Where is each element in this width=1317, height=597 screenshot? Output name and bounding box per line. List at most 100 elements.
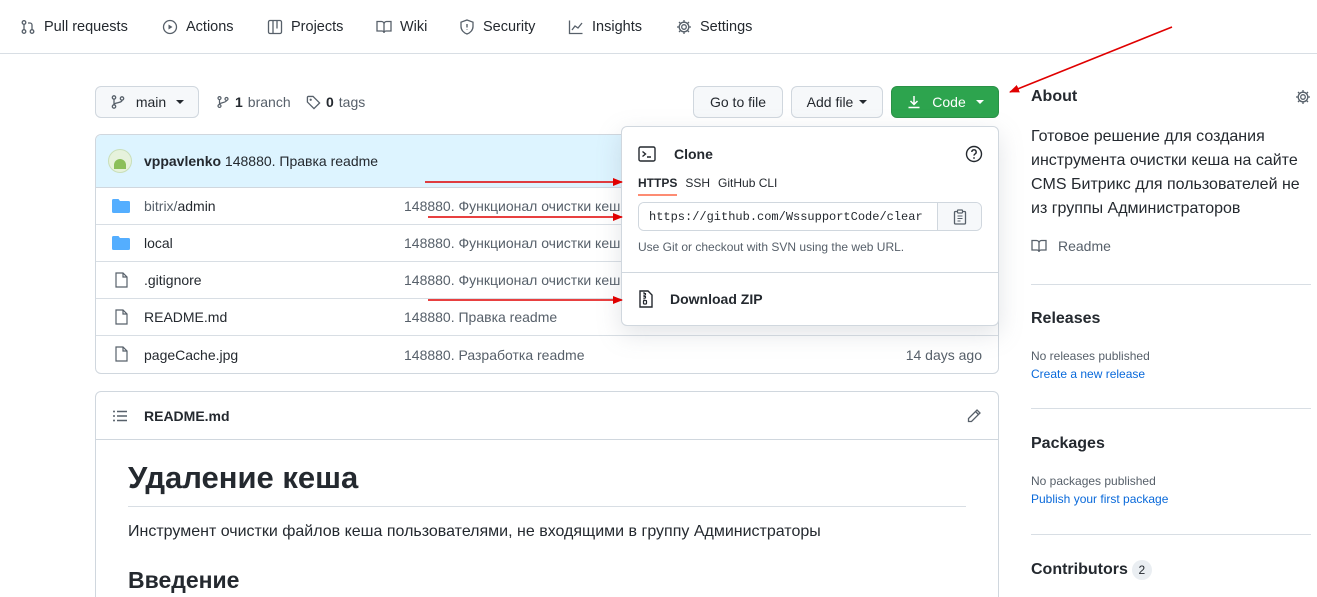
file-icon <box>115 346 128 362</box>
nav-label: Insights <box>592 19 642 35</box>
file-name[interactable]: .gitignore <box>144 272 202 288</box>
folder-icon <box>112 199 130 213</box>
divider <box>1031 408 1311 409</box>
contributors-title-text: Contributors <box>1031 561 1128 578</box>
divider <box>1031 284 1311 285</box>
chevron-down-icon <box>975 100 984 104</box>
tag-icon <box>306 95 321 110</box>
clone-tabs: HTTPS SSH GitHub CLI <box>638 176 777 196</box>
project-table-icon <box>267 19 283 35</box>
file-commit-message[interactable]: 148880. Разработка readme <box>404 347 584 363</box>
code-button[interactable]: Code <box>891 86 999 118</box>
tab-https[interactable]: HTTPS <box>638 176 678 196</box>
code-label: Code <box>932 94 966 110</box>
play-circle-icon <box>162 19 178 35</box>
commit-message[interactable]: 148880. Правка readme <box>225 153 378 169</box>
gear-icon[interactable] <box>1295 89 1311 105</box>
nav-actions[interactable]: Actions <box>162 0 234 54</box>
download-zip-button[interactable]: Download ZIP <box>638 290 763 308</box>
readme-panel: README.md Удаление кеша Инструмент очист… <box>95 391 999 597</box>
divider <box>1031 534 1311 535</box>
readme-filename[interactable]: README.md <box>144 408 230 424</box>
nav-security[interactable]: Security <box>459 0 535 54</box>
create-release-link[interactable]: Create a new release <box>1031 367 1145 381</box>
file-zip-icon <box>639 290 653 308</box>
file-commit-message[interactable]: 148880. Функционал очистки кеша <box>404 235 628 251</box>
graph-icon <box>568 20 583 35</box>
branch-word: branch <box>247 94 291 110</box>
clipboard-icon <box>953 208 966 225</box>
file-commit-message[interactable]: 148880. Правка readme <box>404 309 557 325</box>
file-name-text: local <box>144 235 173 251</box>
file-name[interactable]: pageCache.jpg <box>144 347 238 363</box>
table-row[interactable]: pageCache.jpg 148880. Разработка readme … <box>96 336 998 373</box>
file-icon <box>115 309 128 325</box>
repo-nav: Pull requests Actions Projects Wiki Secu… <box>0 0 1317 54</box>
nav-label: Projects <box>291 19 344 35</box>
question-icon[interactable] <box>965 145 983 163</box>
book-icon <box>376 20 392 34</box>
avatar[interactable] <box>108 149 132 173</box>
readme-link-label: Readme <box>1058 238 1111 254</box>
packages-empty: No packages published <box>1031 474 1156 488</box>
tags-link[interactable]: 0 tags <box>306 86 365 118</box>
add-file-label: Add file <box>806 94 854 110</box>
file-name[interactable]: local <box>144 235 173 251</box>
nav-projects[interactable]: Projects <box>267 0 343 54</box>
packages-title[interactable]: Packages <box>1031 435 1105 453</box>
tab-ssh[interactable]: SSH <box>685 176 710 196</box>
go-to-file-label: Go to file <box>709 94 767 110</box>
clone-dropdown: Clone HTTPS SSH GitHub CLI Use Git or ch… <box>621 126 999 326</box>
nav-label: Security <box>483 19 536 35</box>
chevron-down-icon <box>859 100 868 104</box>
branch-count: 1 <box>235 94 243 110</box>
branch-select-button[interactable]: main <box>95 86 199 118</box>
clone-hint: Use Git or checkout with SVN using the w… <box>638 240 905 254</box>
divider <box>622 272 998 273</box>
nav-label: Pull requests <box>44 19 128 35</box>
contributors-title[interactable]: Contributors 2 <box>1031 560 1152 580</box>
nav-wiki[interactable]: Wiki <box>376 0 427 54</box>
readme-link[interactable]: Readme <box>1031 238 1111 254</box>
pull-request-icon <box>21 20 35 34</box>
copy-url-button[interactable] <box>937 203 981 230</box>
file-name-text: README.md <box>144 309 228 325</box>
git-branch-icon <box>111 95 125 109</box>
tab-github-cli[interactable]: GitHub CLI <box>718 176 777 196</box>
branch-name: main <box>135 94 167 110</box>
nav-settings[interactable]: Settings <box>676 0 752 54</box>
about-title: About <box>1031 88 1078 105</box>
pencil-icon[interactable] <box>966 408 982 424</box>
releases-empty: No releases published <box>1031 349 1150 363</box>
clone-url-input[interactable] <box>639 203 937 230</box>
go-to-file-button[interactable]: Go to file <box>693 86 783 118</box>
terminal-icon <box>638 146 656 162</box>
tag-count: 0 <box>326 94 334 110</box>
publish-package-link[interactable]: Publish your first package <box>1031 492 1168 506</box>
contributors-count: 2 <box>1131 560 1152 580</box>
file-name-text: .gitignore <box>144 272 202 288</box>
file-name[interactable]: bitrix/admin <box>144 198 216 214</box>
nav-label: Settings <box>700 19 753 35</box>
tag-word: tags <box>338 94 366 110</box>
file-name[interactable]: README.md <box>144 309 227 325</box>
repo-description: Готовое решение для создания инструмента… <box>1031 128 1300 217</box>
commit-author[interactable]: vppavlenko <box>144 153 221 169</box>
file-commit-message[interactable]: 148880. Функционал очистки кеша <box>404 198 628 214</box>
folder-icon <box>112 236 130 250</box>
nav-pull-requests[interactable]: Pull requests <box>20 0 128 54</box>
git-branch-icon <box>217 95 229 109</box>
list-unordered-icon[interactable] <box>112 408 128 424</box>
readme-paragraph: Инструмент очистки файлов кеша пользоват… <box>128 523 821 540</box>
file-name-text: pageCache.jpg <box>144 346 239 363</box>
file-commit-message[interactable]: 148880. Функционал очистки кеша <box>404 272 628 288</box>
add-file-button[interactable]: Add file <box>791 86 883 118</box>
readme-heading: Удаление кеша <box>128 460 966 507</box>
branches-link[interactable]: 1 branch <box>216 86 291 118</box>
nav-insights[interactable]: Insights <box>568 0 642 54</box>
chevron-down-icon <box>176 100 185 104</box>
clone-url-group <box>638 202 982 231</box>
readme-header: README.md <box>96 392 998 440</box>
book-icon <box>1031 239 1047 253</box>
releases-title[interactable]: Releases <box>1031 310 1100 328</box>
